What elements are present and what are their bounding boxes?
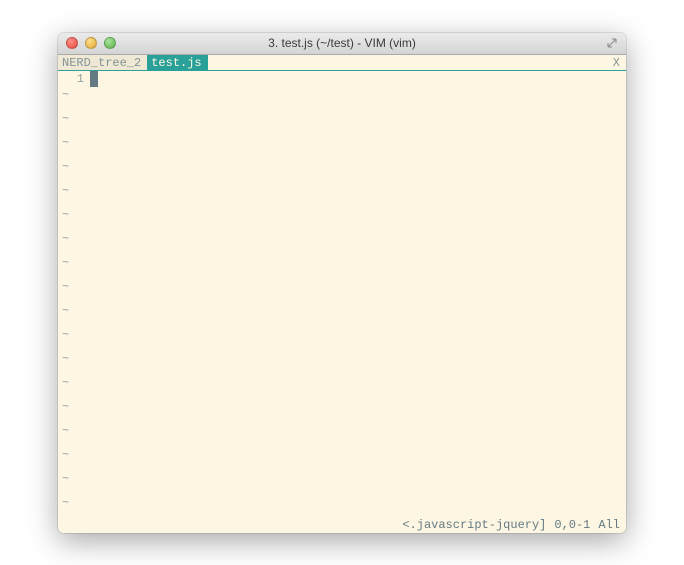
tilde-marker: ~ [58,111,90,135]
tilde-marker: ~ [58,279,90,303]
close-button[interactable] [66,37,78,49]
tilde-marker: ~ [58,375,90,399]
tilde-marker: ~ [58,135,90,159]
maximize-button[interactable] [104,37,116,49]
titlebar: 3. test.js (~/test) - VIM (vim) [58,33,626,55]
resize-icon[interactable] [606,37,618,49]
tilde-marker: ~ [58,159,90,183]
tilde-marker: ~ [58,87,90,111]
tilde-marker: ~ [58,183,90,207]
tab-testjs[interactable]: test.js [147,55,207,70]
text-buffer[interactable]: ~~~~~~~~~~~~~~~~~~ [90,71,626,517]
empty-line-markers: ~~~~~~~~~~~~~~~~~~ [58,87,90,517]
window-title: 3. test.js (~/test) - VIM (vim) [58,36,626,50]
vim-window: 3. test.js (~/test) - VIM (vim) NERD_tre… [58,33,626,533]
cursor-position: 0,0-1 [554,518,590,532]
tilde-marker: ~ [58,327,90,351]
tabline: NERD_tree_2 test.js X [58,55,626,71]
cursor [90,71,98,87]
tilde-marker: ~ [58,207,90,231]
tilde-marker: ~ [58,471,90,495]
tilde-marker: ~ [58,447,90,471]
traffic-lights [66,37,116,49]
tilde-marker: ~ [58,231,90,255]
tilde-marker: ~ [58,351,90,375]
minimize-button[interactable] [85,37,97,49]
tilde-marker: ~ [58,423,90,447]
filetype-indicator: <.javascript-jquery] [402,518,546,532]
editor-area[interactable]: 1 ~~~~~~~~~~~~~~~~~~ [58,71,626,517]
tab-spacer [208,55,607,70]
tilde-marker: ~ [58,399,90,423]
statusline: <.javascript-jquery] 0,0-1 All [58,517,626,533]
tab-close-button[interactable]: X [607,55,626,70]
line-number: 1 [58,71,84,87]
tilde-marker: ~ [58,255,90,279]
tilde-marker: ~ [58,495,90,517]
scroll-indicator: All [598,518,620,532]
tilde-marker: ~ [58,303,90,327]
tab-nerdtree[interactable]: NERD_tree_2 [58,55,147,70]
